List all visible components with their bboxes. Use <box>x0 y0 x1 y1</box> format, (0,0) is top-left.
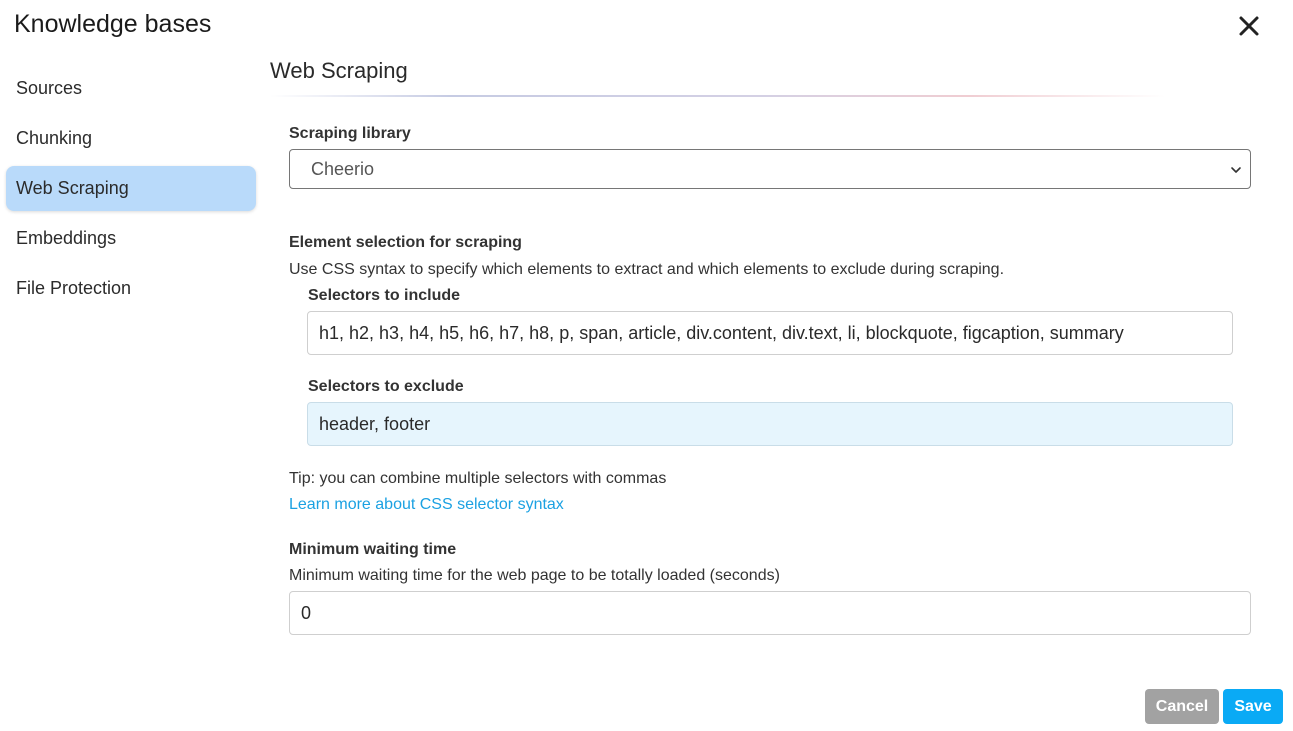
selectors-include-label: Selectors to include <box>308 287 461 304</box>
scraping-library-value: Cheerio <box>311 159 375 179</box>
scraping-library-select[interactable]: Cheerio <box>289 149 1251 189</box>
sidebar-item-sources[interactable]: Sources <box>6 66 256 111</box>
selectors-tip: Tip: you can combine multiple selectors … <box>289 470 667 487</box>
sidebar-item-chunking[interactable]: Chunking <box>6 116 256 161</box>
sidebar-item-embeddings[interactable]: Embeddings <box>6 216 256 261</box>
selectors-exclude-input[interactable]: header, footer <box>307 402 1233 446</box>
sidebar: Sources Chunking Web Scraping Embeddings… <box>6 66 256 316</box>
section-title: Web Scraping <box>270 58 408 83</box>
scraping-library-label: Scraping library <box>289 125 411 142</box>
chevron-down-icon <box>1231 167 1241 173</box>
css-selector-syntax-link[interactable]: Learn more about CSS selector syntax <box>289 496 564 514</box>
title-divider <box>270 95 1165 97</box>
waiting-time-input[interactable]: 0 <box>289 591 1251 635</box>
element-selection-description: Use CSS syntax to specify which elements… <box>289 261 1005 278</box>
selectors-include-input[interactable]: h1, h2, h3, h4, h5, h6, h7, h8, p, span,… <box>307 311 1233 355</box>
waiting-time-label: Minimum waiting time <box>289 541 457 558</box>
element-selection-label: Element selection for scraping <box>289 234 522 251</box>
save-button[interactable]: Save <box>1223 689 1283 724</box>
close-icon[interactable] <box>1233 10 1265 42</box>
selectors-exclude-label: Selectors to exclude <box>308 378 464 395</box>
waiting-time-description: Minimum waiting time for the web page to… <box>289 567 780 584</box>
sidebar-item-file-protection[interactable]: File Protection <box>6 266 256 311</box>
cancel-button[interactable]: Cancel <box>1145 689 1219 724</box>
dialog-title: Knowledge bases <box>14 10 212 38</box>
sidebar-item-web-scraping[interactable]: Web Scraping <box>6 166 256 211</box>
